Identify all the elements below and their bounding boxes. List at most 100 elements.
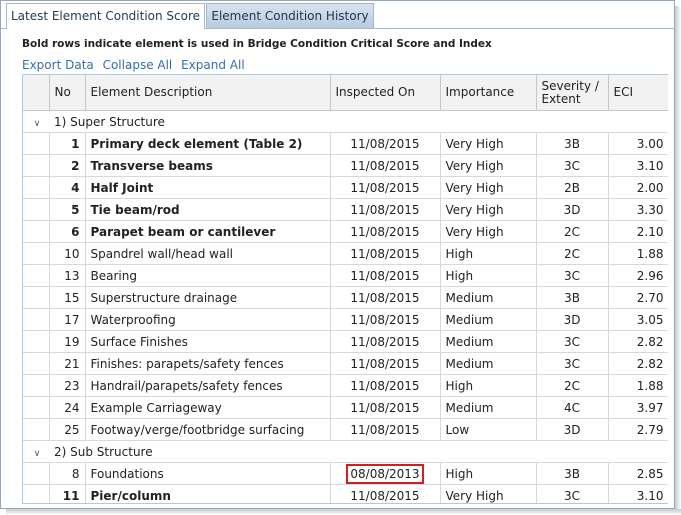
group-label: 2) Sub Structure xyxy=(49,440,668,463)
cell-severity-extent: 3B xyxy=(536,132,609,155)
table-row[interactable]: 4 Half Joint 11/08/2015 Very High 2B 2.00 xyxy=(23,176,668,199)
cell-no: 1 xyxy=(49,132,86,155)
table-row[interactable]: 5 Tie beam/rod 11/08/2015 Very High 3D 3.30 xyxy=(23,198,668,221)
tab-element-condition-history[interactable]: Element Condition History xyxy=(206,3,374,28)
column-header-severity-extent[interactable]: Severity / Extent xyxy=(536,75,609,111)
cell-no: 8 xyxy=(49,462,86,485)
column-header-inspected-on[interactable]: Inspected On xyxy=(330,75,441,111)
cell-severity-extent: 3D xyxy=(536,418,609,441)
export-data-link[interactable]: Export Data xyxy=(22,58,94,72)
cell-no: 10 xyxy=(49,242,86,265)
row-spacer xyxy=(23,396,50,419)
row-spacer xyxy=(23,352,50,375)
table-row[interactable]: 1 Primary deck element (Table 2) 11/08/201… xyxy=(23,132,668,155)
cell-inspected-on: 11/08/2015 xyxy=(330,198,441,221)
expand-all-link[interactable]: Expand All xyxy=(181,58,245,72)
cell-eci: 2.79 xyxy=(608,418,668,441)
tab-latest-element-condition-score[interactable]: Latest Element Condition Score xyxy=(6,3,205,29)
cell-description: Bearing xyxy=(85,264,331,287)
table-row[interactable]: 6 Parapet beam or cantilever 11/08/2015 Ver… xyxy=(23,220,668,243)
cell-importance: Medium xyxy=(440,330,537,353)
cell-no: 25 xyxy=(49,418,86,441)
cell-importance: Medium xyxy=(440,352,537,375)
cell-eci: 2.10 xyxy=(608,220,668,243)
cell-description: Surface Finishes xyxy=(85,330,331,353)
group-toggle[interactable]: ∨ xyxy=(23,110,49,133)
cell-severity-extent: 3B xyxy=(536,462,609,485)
cell-severity-extent: 3B xyxy=(536,286,609,309)
table-row[interactable]: 8 Foundations 08/08/2013 High 3B 2.85 xyxy=(23,462,668,485)
cell-inspected-on: 11/08/2015 xyxy=(330,374,441,397)
cell-inspected-on: 11/08/2015 xyxy=(330,286,441,309)
shadow-bottom xyxy=(6,509,681,515)
cell-description: Spandrel wall/head wall xyxy=(85,242,331,265)
collapse-all-link[interactable]: Collapse All xyxy=(103,58,173,72)
cell-importance: High xyxy=(440,242,537,265)
cell-no: 2 xyxy=(49,154,86,177)
cell-importance: Very High xyxy=(440,132,537,155)
table-row[interactable]: 25 Footway/verge/footbridge surfacing 11/0… xyxy=(23,418,668,441)
group-row[interactable]: ∨ 1) Super Structure xyxy=(23,110,668,133)
chevron-down-icon[interactable]: ∨ xyxy=(28,119,46,129)
cell-importance: Very High xyxy=(440,484,537,503)
cell-no: 11 xyxy=(49,484,86,503)
table-row[interactable]: 13 Bearing 11/08/2015 High 3C 2.96 xyxy=(23,264,668,287)
cell-inspected-on: 11/08/2015 xyxy=(330,176,441,199)
cell-severity-extent: 2B xyxy=(536,176,609,199)
cell-severity-extent: 3C xyxy=(536,330,609,353)
cell-eci: 1.88 xyxy=(608,242,668,265)
cell-eci: 2.96 xyxy=(608,264,668,287)
cell-severity-extent: 3C xyxy=(536,484,609,503)
table-row[interactable]: 23 Handrail/parapets/safety fences 11/08/2… xyxy=(23,374,668,397)
cell-importance: High xyxy=(440,374,537,397)
column-header-eci[interactable]: ECI xyxy=(608,75,668,111)
table-row[interactable]: 10 Spandrel wall/head wall 11/08/2015 High 2… xyxy=(23,242,668,265)
cell-inspected-on: 11/08/2015 xyxy=(330,418,441,441)
row-spacer xyxy=(23,132,50,155)
table-row[interactable]: 17 Waterproofing 11/08/2015 Medium 3D 3.05 xyxy=(23,308,668,331)
tab-bar: Latest Element Condition Score Element C… xyxy=(1,1,674,29)
table-row[interactable]: 15 Superstructure drainage 11/08/2015 Mediu… xyxy=(23,286,668,309)
cell-no: 24 xyxy=(49,396,86,419)
expand-column-header xyxy=(23,75,50,111)
cell-inspected-on: 11/08/2015 xyxy=(330,264,441,287)
cell-inspected-on: 11/08/2015 xyxy=(330,330,441,353)
row-spacer xyxy=(23,462,50,485)
cell-importance: High xyxy=(440,462,537,485)
cell-severity-extent: 3C xyxy=(536,154,609,177)
group-toggle[interactable]: ∨ xyxy=(23,440,49,463)
cell-importance: Medium xyxy=(440,286,537,309)
cell-importance: Very High xyxy=(440,198,537,221)
element-table: No Element Description Inspected On Impo… xyxy=(23,75,668,503)
group-row[interactable]: ∨ 2) Sub Structure xyxy=(23,440,668,463)
panel: Latest Element Condition Score Element C… xyxy=(0,0,675,509)
cell-eci: 2.70 xyxy=(608,286,668,309)
table-row[interactable]: 24 Example Carriageway 11/08/2015 Medium 4C 3… xyxy=(23,396,668,419)
column-header-importance[interactable]: Importance xyxy=(440,75,537,111)
row-spacer xyxy=(23,308,50,331)
cell-inspected-on: 11/08/2015 xyxy=(330,220,441,243)
cell-eci: 3.10 xyxy=(608,484,668,503)
row-spacer xyxy=(23,418,50,441)
cell-importance: Very High xyxy=(440,176,537,199)
cell-description: Handrail/parapets/safety fences xyxy=(85,374,331,397)
table-row[interactable]: 11 Pier/column 11/08/2015 Very High 3C 3.10 xyxy=(23,484,668,503)
chevron-down-icon[interactable]: ∨ xyxy=(28,449,46,459)
cell-no: 19 xyxy=(49,330,86,353)
cell-no: 5 xyxy=(49,198,86,221)
table-row[interactable]: 19 Surface Finishes 11/08/2015 Medium 3C 2.82 xyxy=(23,330,668,353)
cell-severity-extent: 2C xyxy=(536,220,609,243)
cell-inspected-on: 08/08/2013 xyxy=(330,462,441,485)
column-header-no[interactable]: No xyxy=(49,75,86,111)
column-header-description[interactable]: Element Description xyxy=(85,75,331,111)
header-row: No Element Description Inspected On Impo… xyxy=(23,75,668,111)
table-row[interactable]: 21 Finishes: parapets/safety fences 11/08/… xyxy=(23,352,668,375)
cell-description: Example Carriageway xyxy=(85,396,331,419)
cell-description: Footway/verge/footbridge surfacing xyxy=(85,418,331,441)
cell-description: Superstructure drainage xyxy=(85,286,331,309)
cell-eci: 2.85 xyxy=(608,462,668,485)
cell-severity-extent: 2C xyxy=(536,374,609,397)
cell-inspected-on: 11/08/2015 xyxy=(330,352,441,375)
shadow-right xyxy=(675,6,681,515)
table-row[interactable]: 2 Transverse beams 11/08/2015 Very High 3C 3.… xyxy=(23,154,668,177)
